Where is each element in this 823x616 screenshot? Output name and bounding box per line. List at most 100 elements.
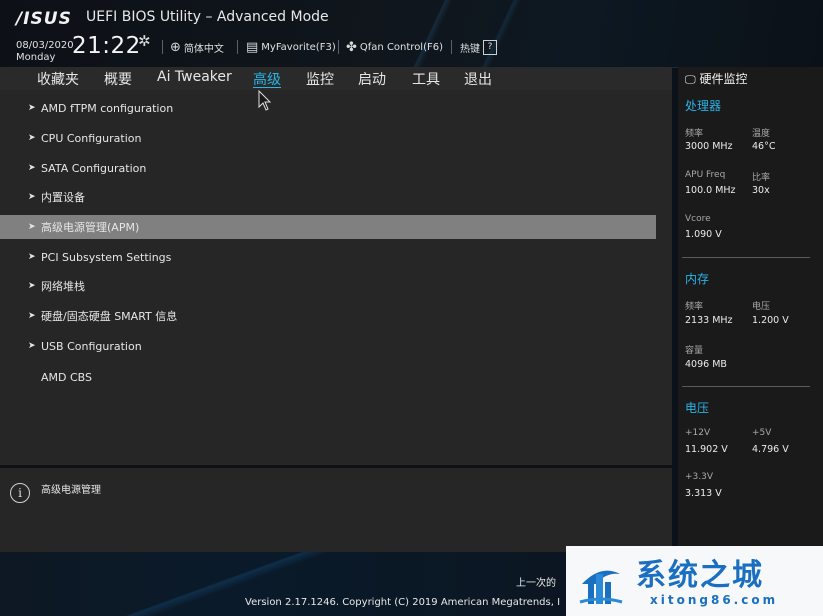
divider bbox=[682, 386, 810, 387]
v33-value: 3.313 V bbox=[685, 488, 722, 499]
cpu-freq-label: 频率 bbox=[685, 129, 704, 139]
help-description: 高级电源管理 bbox=[41, 485, 101, 496]
tab-exit[interactable]: 退出 bbox=[464, 69, 492, 89]
date-text: 08/03/2020 bbox=[16, 40, 74, 51]
memory-section-title: 内存 bbox=[685, 272, 710, 286]
menu-item-smart-info[interactable]: ➤ 硬盘/固态硬盘 SMART 信息 bbox=[0, 304, 656, 328]
divider bbox=[162, 40, 163, 54]
settings-list: ➤ AMD fTPM configuration ➤ CPU Configura… bbox=[0, 90, 672, 465]
cpu-ratio-value: 30x bbox=[752, 185, 770, 196]
voltage-section-title: 电压 bbox=[685, 401, 710, 415]
chevron-right-icon: ➤ bbox=[28, 222, 36, 232]
v5-label: +5V bbox=[752, 428, 772, 438]
tab-ai-tweaker[interactable]: Ai Tweaker bbox=[157, 69, 232, 85]
apu-freq-value: 100.0 MHz bbox=[685, 185, 736, 196]
chevron-right-icon: ➤ bbox=[28, 341, 36, 351]
watermark-logo-icon bbox=[579, 570, 623, 604]
favorite-window-icon: ▤ bbox=[246, 40, 259, 55]
menu-bar bbox=[0, 67, 672, 90]
clock-display: 21:22 bbox=[72, 33, 141, 59]
date-display: 08/03/2020 Monday bbox=[16, 40, 74, 64]
chevron-right-icon: ➤ bbox=[28, 103, 36, 113]
fan-icon: ✤ bbox=[346, 40, 357, 55]
apu-freq-label: APU Freq bbox=[685, 170, 726, 180]
weekday-text: Monday bbox=[16, 52, 56, 63]
asus-logo: /ISUS bbox=[16, 9, 72, 29]
mem-freq-value: 2133 MHz bbox=[685, 315, 733, 326]
menu-item-label: SATA Configuration bbox=[41, 161, 147, 175]
menu-item-cpu-config[interactable]: ➤ CPU Configuration bbox=[0, 126, 656, 150]
info-icon: i bbox=[10, 483, 30, 503]
menu-item-label: USB Configuration bbox=[41, 339, 142, 353]
myfavorite-button[interactable]: ▤ MyFavorite(F3) bbox=[246, 40, 336, 55]
cpu-section-title: 处理器 bbox=[685, 99, 722, 113]
mem-volt-value: 1.200 V bbox=[752, 315, 789, 326]
menu-item-network-stack[interactable]: ➤ 网络堆栈 bbox=[0, 274, 656, 298]
myfavorite-label: MyFavorite(F3) bbox=[261, 42, 336, 53]
chevron-right-icon: ➤ bbox=[28, 133, 36, 143]
divider bbox=[237, 40, 238, 54]
menu-item-label: 硬盘/固态硬盘 SMART 信息 bbox=[41, 310, 178, 323]
chevron-right-icon: ➤ bbox=[28, 311, 36, 321]
chevron-right-icon: ➤ bbox=[28, 252, 36, 262]
menu-item-label: 高级电源管理(APM) bbox=[41, 221, 140, 234]
v12-value: 11.902 V bbox=[685, 444, 728, 455]
help-icon: ? bbox=[483, 40, 497, 55]
vcore-label: Vcore bbox=[685, 214, 711, 224]
mem-capacity-value: 4096 MB bbox=[685, 359, 727, 370]
menu-item-pci-subsystem[interactable]: ➤ PCI Subsystem Settings bbox=[0, 245, 656, 269]
v12-label: +12V bbox=[685, 428, 711, 438]
gear-icon[interactable]: ✲ bbox=[138, 32, 151, 50]
menu-item-label: AMD fTPM configuration bbox=[41, 101, 174, 115]
menu-item-label: PCI Subsystem Settings bbox=[41, 250, 172, 264]
divider bbox=[682, 257, 810, 258]
menu-item-label: CPU Configuration bbox=[41, 131, 142, 145]
menu-item-onboard-devices[interactable]: ➤ 内置设备 bbox=[0, 185, 656, 209]
cpu-temp-value: 46°C bbox=[752, 141, 776, 152]
menu-item-label: 内置设备 bbox=[41, 191, 85, 204]
v33-label: +3.3V bbox=[685, 472, 714, 482]
last-modified-button[interactable]: 上一次的 bbox=[516, 574, 556, 589]
chevron-right-icon: ➤ bbox=[28, 163, 36, 173]
hardware-monitor-label: 硬件监控 bbox=[699, 72, 748, 86]
tab-monitor[interactable]: 监控 bbox=[306, 69, 334, 89]
hardware-monitor-title: 🖵 硬件监控 bbox=[685, 70, 747, 87]
cpu-temp-label: 温度 bbox=[752, 129, 771, 139]
app-title: UEFI BIOS Utility – Advanced Mode bbox=[86, 9, 329, 25]
mouse-cursor-icon bbox=[258, 90, 272, 111]
tab-favorites[interactable]: 收藏夹 bbox=[37, 69, 79, 89]
watermark-url: xitong86.com bbox=[650, 593, 779, 607]
menu-item-label: AMD CBS bbox=[41, 370, 92, 384]
cpu-freq-value: 3000 MHz bbox=[685, 141, 733, 152]
watermark-title: 系统之城 bbox=[636, 558, 764, 593]
help-info-panel: i 高级电源管理 bbox=[0, 466, 672, 554]
chevron-right-icon: ➤ bbox=[28, 281, 36, 291]
v5-value: 4.796 V bbox=[752, 444, 789, 455]
menu-item-amd-cbs[interactable]: AMD CBS bbox=[0, 365, 656, 389]
globe-icon: ⊕ bbox=[170, 40, 181, 55]
menu-item-apm[interactable]: ➤ 高级电源管理(APM) bbox=[0, 215, 656, 239]
language-button[interactable]: ⊕ 简体中文 bbox=[170, 40, 224, 55]
mem-volt-label: 电压 bbox=[752, 302, 771, 312]
divider bbox=[338, 40, 339, 54]
qfan-button[interactable]: ✤ Qfan Control(F6) bbox=[346, 40, 443, 55]
menu-item-amd-ftpm[interactable]: ➤ AMD fTPM configuration bbox=[0, 96, 656, 120]
menu-item-usb-config[interactable]: ➤ USB Configuration bbox=[0, 334, 656, 358]
tab-boot[interactable]: 启动 bbox=[358, 69, 386, 89]
tab-advanced[interactable]: 高级 bbox=[253, 69, 281, 89]
tab-tool[interactable]: 工具 bbox=[412, 69, 440, 89]
chevron-right-icon: ➤ bbox=[28, 192, 36, 202]
monitor-icon: 🖵 bbox=[685, 73, 696, 86]
hotkeys-button[interactable]: 热键 ? bbox=[460, 40, 497, 55]
qfan-label: Qfan Control(F6) bbox=[359, 42, 444, 53]
mem-capacity-label: 容量 bbox=[685, 346, 704, 356]
hotkeys-label: 热键 bbox=[460, 44, 480, 55]
mem-freq-label: 频率 bbox=[685, 302, 704, 312]
cpu-ratio-label: 比率 bbox=[752, 173, 771, 183]
menu-item-sata-config[interactable]: ➤ SATA Configuration bbox=[0, 156, 656, 180]
vcore-value: 1.090 V bbox=[685, 229, 722, 240]
menu-item-label: 网络堆栈 bbox=[41, 280, 85, 293]
version-text: Version 2.17.1246. Copyright (C) 2019 Am… bbox=[245, 597, 561, 608]
tab-main[interactable]: 概要 bbox=[104, 69, 132, 89]
language-label: 简体中文 bbox=[183, 44, 224, 55]
